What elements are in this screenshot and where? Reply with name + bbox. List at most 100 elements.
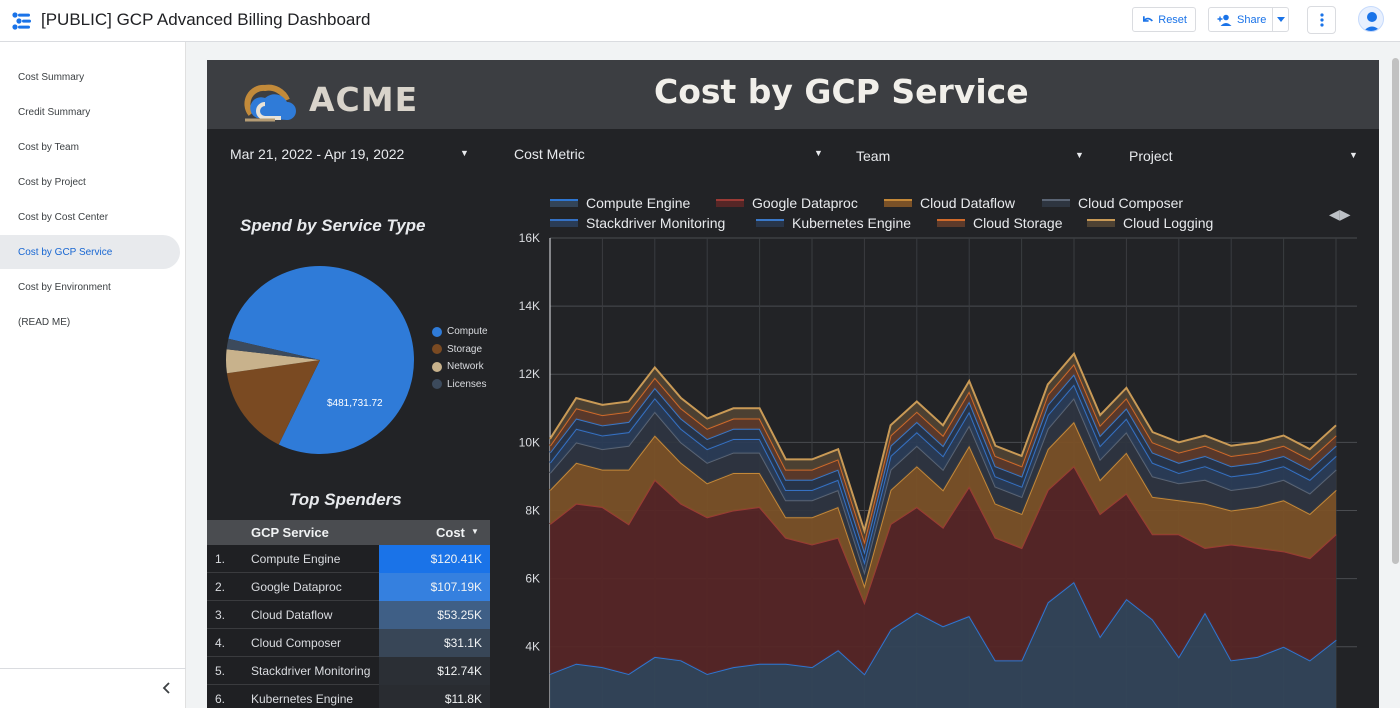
sort-desc-icon[interactable]: ▼ bbox=[471, 527, 479, 536]
share-dropdown-button[interactable] bbox=[1272, 8, 1289, 31]
report-header: ACME Cost by GCP Service bbox=[207, 60, 1379, 129]
nav-item-cost-by-project[interactable]: Cost by Project bbox=[0, 165, 180, 199]
row-service: Google Dataproc bbox=[251, 579, 342, 594]
chevron-left-icon[interactable] bbox=[160, 681, 174, 695]
legend-swatch bbox=[432, 344, 442, 355]
report-canvas: ACME Cost by GCP Service Mar 21, 2022 - … bbox=[207, 60, 1379, 708]
table-header: GCP Service Cost ▼ bbox=[207, 520, 490, 545]
page-navigation: Cost Summary Credit Summary Cost by Team… bbox=[0, 42, 186, 708]
cost-by-service-area-chart[interactable]: 4K 6K 8K 10K 12K 14K 16K bbox=[502, 230, 1362, 708]
account-icon bbox=[1363, 12, 1381, 31]
row-cost: $107.19K bbox=[379, 573, 490, 601]
scrollbar[interactable] bbox=[1391, 42, 1400, 708]
date-range-filter[interactable]: Mar 21, 2022 - Apr 19, 2022 ▼ bbox=[230, 142, 470, 166]
legend-label: Google Dataproc bbox=[752, 195, 858, 211]
project-filter[interactable]: Project ▼ bbox=[1129, 144, 1359, 168]
legend-next-icon[interactable]: ▶ bbox=[1340, 206, 1351, 222]
legend-item-licenses[interactable]: Licenses bbox=[432, 376, 488, 394]
spend-by-service-type-pie-chart[interactable]: $481,731.72 bbox=[223, 263, 423, 463]
nav-item-cost-by-team[interactable]: Cost by Team bbox=[0, 130, 180, 164]
team-filter[interactable]: Team ▼ bbox=[856, 144, 1086, 168]
caret-down-icon bbox=[1277, 17, 1285, 22]
column-header-cost[interactable]: Cost bbox=[436, 525, 465, 540]
sidebar-divider bbox=[0, 668, 186, 669]
nav-item-label: Cost by Cost Center bbox=[18, 211, 109, 223]
data-studio-logo-icon[interactable] bbox=[10, 11, 34, 31]
legend-swatch bbox=[550, 199, 578, 207]
legend-swatch bbox=[756, 219, 784, 227]
top-spenders-title: Top Spenders bbox=[289, 490, 402, 509]
y-tick-label: 4K bbox=[525, 640, 540, 654]
reset-label: Reset bbox=[1158, 13, 1187, 26]
series-legend-item[interactable]: Kubernetes Engine bbox=[756, 215, 911, 231]
caret-down-icon: ▼ bbox=[460, 148, 469, 158]
row-rank: 5. bbox=[215, 663, 226, 678]
nav-item-credit-summary[interactable]: Credit Summary bbox=[0, 95, 180, 129]
table-row[interactable]: 5. Stackdriver Monitoring $12.74K bbox=[207, 657, 490, 685]
nav-item-read-me[interactable]: (READ ME) bbox=[0, 305, 180, 339]
column-header-service[interactable]: GCP Service bbox=[251, 525, 329, 540]
row-service: Kubernetes Engine bbox=[251, 691, 354, 706]
series-legend-item[interactable]: Google Dataproc bbox=[716, 195, 858, 211]
row-service: Compute Engine bbox=[251, 551, 341, 566]
series-legend-item[interactable]: Compute Engine bbox=[550, 195, 690, 211]
y-tick-label: 14K bbox=[519, 299, 540, 313]
legend-label: Compute bbox=[447, 326, 488, 338]
series-legend-item[interactable]: Cloud Logging bbox=[1087, 215, 1213, 231]
legend-label: Storage bbox=[447, 343, 483, 355]
row-cost: $11.8K bbox=[379, 685, 490, 708]
legend-swatch bbox=[432, 326, 442, 337]
avatar[interactable] bbox=[1358, 6, 1384, 32]
row-cost: $12.74K bbox=[379, 657, 490, 685]
cost-metric-filter[interactable]: Cost Metric ▼ bbox=[514, 142, 824, 166]
table-body: 1. Compute Engine $120.41K 2. Google Datapro… bbox=[207, 545, 490, 708]
nav-item-label: Cost by GCP Service bbox=[18, 246, 113, 258]
date-range-value: Mar 21, 2022 - Apr 19, 2022 bbox=[230, 146, 405, 162]
pie-chart-title: Spend by Service Type bbox=[240, 216, 426, 235]
share-button[interactable]: Share bbox=[1208, 7, 1289, 32]
nav-item-label: Cost Summary bbox=[18, 71, 85, 83]
legend-item-compute[interactable]: Compute bbox=[432, 323, 488, 341]
series-legend-item[interactable]: Cloud Storage bbox=[937, 215, 1063, 231]
team-filter-label: Team bbox=[856, 148, 891, 164]
caret-down-icon: ▼ bbox=[1349, 150, 1358, 160]
acme-cloud-logo-icon bbox=[244, 84, 296, 122]
nav-item-cost-by-gcp-service[interactable]: Cost by GCP Service bbox=[0, 235, 180, 269]
table-row[interactable]: 1. Compute Engine $120.41K bbox=[207, 545, 490, 573]
table-row[interactable]: 6. Kubernetes Engine $11.8K bbox=[207, 685, 490, 708]
table-row[interactable]: 4. Cloud Composer $31.1K bbox=[207, 629, 490, 657]
reset-button[interactable]: Reset bbox=[1132, 7, 1196, 32]
legend-item-storage[interactable]: Storage bbox=[432, 341, 488, 359]
series-legend-item[interactable]: Stackdriver Monitoring bbox=[550, 215, 725, 231]
legend-swatch bbox=[937, 219, 965, 227]
cost-metric-label: Cost Metric bbox=[514, 146, 585, 162]
legend-prev-icon[interactable]: ◀ bbox=[1329, 206, 1340, 222]
series-legend-item[interactable]: Cloud Dataflow bbox=[884, 195, 1015, 211]
row-rank: 2. bbox=[215, 579, 226, 594]
report-title: [PUBLIC] GCP Advanced Billing Dashboard bbox=[41, 10, 371, 29]
nav-item-cost-by-cost-center[interactable]: Cost by Cost Center bbox=[0, 200, 180, 234]
legend-label: Compute Engine bbox=[586, 195, 691, 211]
legend-label: Cloud Logging bbox=[1123, 215, 1214, 231]
legend-pager: ◀▶ bbox=[1329, 206, 1351, 223]
series-legend-item[interactable]: Cloud Composer bbox=[1042, 195, 1183, 211]
legend-label: Cloud Composer bbox=[1078, 195, 1184, 211]
nav-item-cost-summary[interactable]: Cost Summary bbox=[0, 60, 180, 94]
row-service: Cloud Dataflow bbox=[251, 607, 333, 622]
nav-item-cost-by-environment[interactable]: Cost by Environment bbox=[0, 270, 180, 304]
legend-label: Cloud Dataflow bbox=[920, 195, 1015, 211]
y-tick-label: 6K bbox=[525, 572, 540, 586]
undo-icon bbox=[1142, 15, 1153, 22]
table-row[interactable]: 3. Cloud Dataflow $53.25K bbox=[207, 601, 490, 629]
legend-item-network[interactable]: Network bbox=[432, 358, 488, 376]
project-filter-label: Project bbox=[1129, 148, 1173, 164]
row-rank: 6. bbox=[215, 691, 226, 706]
legend-label: Kubernetes Engine bbox=[792, 215, 912, 231]
legend-swatch bbox=[716, 199, 744, 207]
row-rank: 4. bbox=[215, 635, 226, 650]
row-service: Stackdriver Monitoring bbox=[251, 663, 371, 678]
legend-label: Stackdriver Monitoring bbox=[586, 215, 726, 231]
table-row[interactable]: 2. Google Dataproc $107.19K bbox=[207, 573, 490, 601]
more-options-button[interactable] bbox=[1307, 6, 1336, 34]
scrollbar-thumb[interactable] bbox=[1392, 58, 1399, 564]
